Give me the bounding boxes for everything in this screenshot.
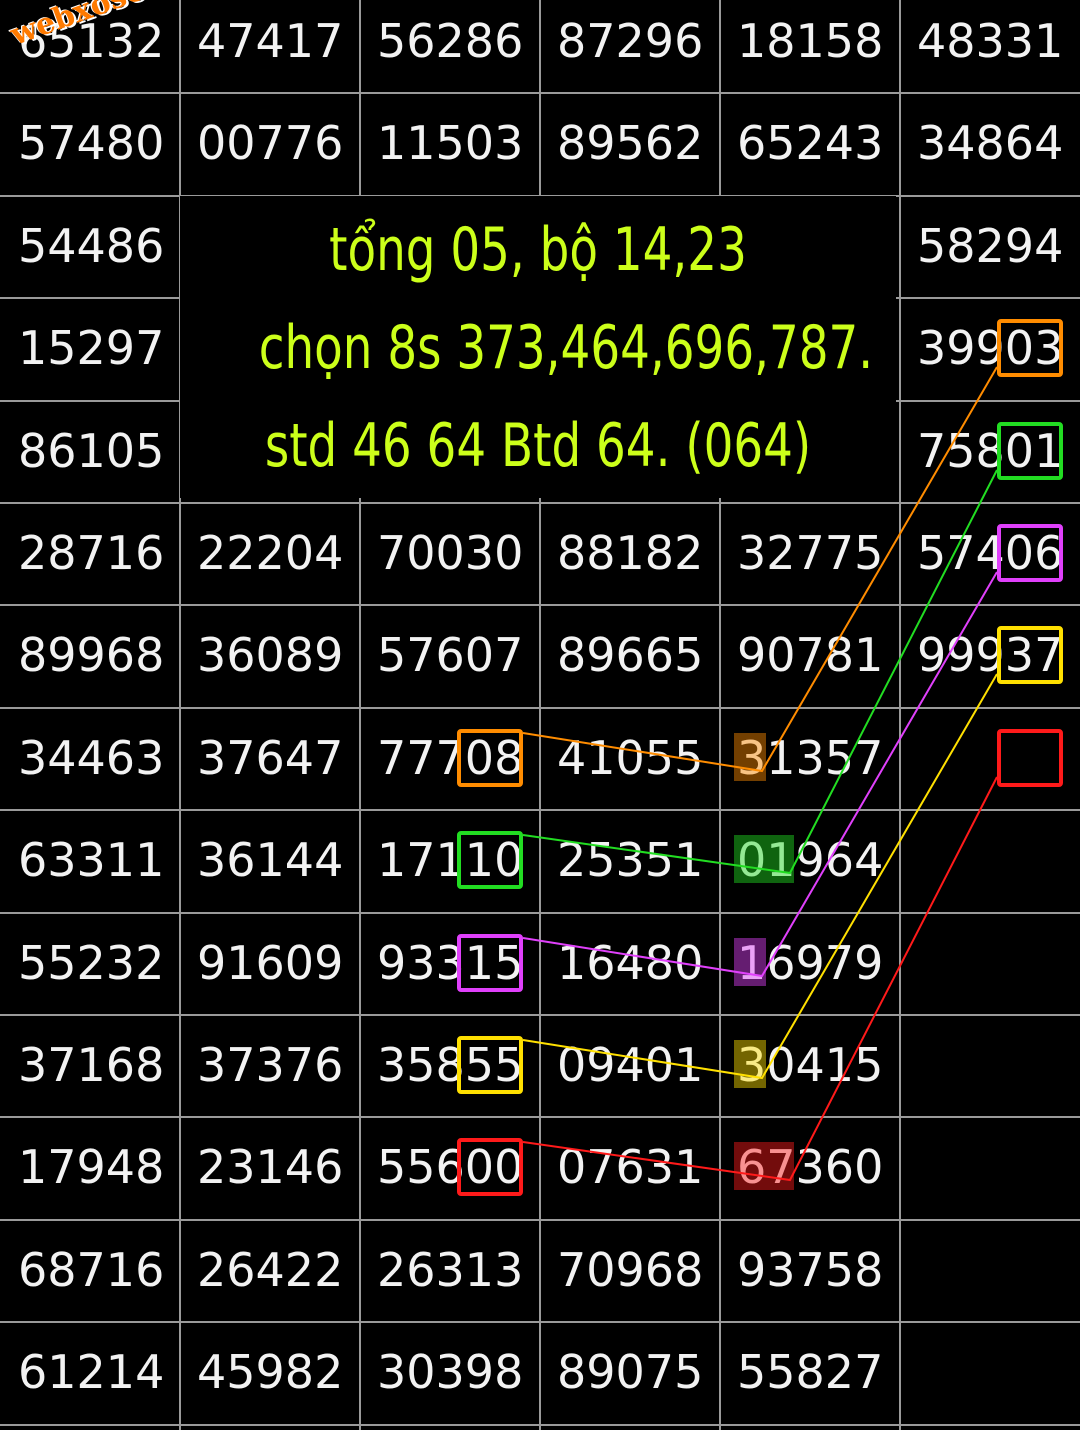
target-highlight-box [997,626,1063,684]
annotation-line-3: std 46 64 Btd 64. (064) [264,411,812,481]
target-highlight-box [997,524,1063,582]
highlight-box [457,1036,523,1094]
digit-highlight [734,938,766,986]
target-highlight-box [997,729,1063,787]
digit-highlight [734,733,766,781]
target-highlight-box [997,422,1063,480]
highlight-box [457,729,523,787]
target-highlight-box [997,319,1063,377]
digit-highlight [734,835,794,883]
highlight-box [457,1138,523,1196]
digit-highlight [734,1040,766,1088]
highlight-box [457,934,523,992]
link-line [522,469,998,875]
annotation-line-1: tổng 05, bộ 14,23 [329,215,747,285]
annotation-line-2: chọn 8s 373,464,696,787. [258,313,874,383]
highlight-box [457,831,523,889]
digit-highlight [734,1142,794,1190]
